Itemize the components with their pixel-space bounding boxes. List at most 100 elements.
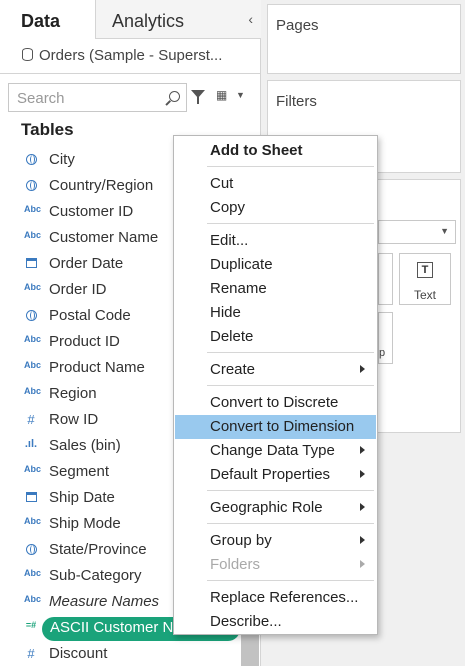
database-icon bbox=[22, 48, 33, 61]
submenu-arrow-icon bbox=[360, 470, 365, 478]
search-icon[interactable] bbox=[169, 91, 180, 102]
globe-icon bbox=[24, 542, 38, 557]
menu-separator bbox=[207, 223, 374, 224]
field-name: Measure Names bbox=[49, 593, 160, 610]
datasource-item[interactable]: Orders (Sample - Superst... bbox=[0, 40, 261, 74]
menu-item-delete[interactable]: Delete bbox=[175, 325, 376, 349]
text-icon: T bbox=[417, 262, 433, 278]
menu-separator bbox=[207, 385, 374, 386]
pane-tabs: Data Analytics ‹ bbox=[0, 0, 261, 39]
menu-item-convert-dimension[interactable]: Convert to Dimension bbox=[175, 415, 376, 439]
submenu-arrow-icon bbox=[360, 560, 365, 568]
string-type-icon: Abc bbox=[24, 386, 42, 396]
menu-item-rename[interactable]: Rename bbox=[175, 277, 376, 301]
menu-item-duplicate[interactable]: Duplicate bbox=[175, 253, 376, 277]
menu-item-add-to-sheet[interactable]: Add to Sheet bbox=[175, 139, 376, 163]
field-name: Ship Date bbox=[49, 489, 115, 506]
field-name: ASCII Customer N bbox=[50, 619, 174, 636]
field-name: City bbox=[49, 151, 75, 168]
menu-item-label: Folders bbox=[210, 556, 261, 573]
menu-item-edit[interactable]: Edit... bbox=[175, 229, 376, 253]
tab-analytics[interactable]: Analytics ‹ bbox=[96, 0, 261, 38]
string-type-icon: Abc bbox=[24, 334, 42, 344]
menu-separator bbox=[207, 166, 374, 167]
submenu-arrow-icon bbox=[360, 365, 365, 373]
filters-title: Filters bbox=[276, 93, 317, 110]
calendar-icon bbox=[24, 490, 38, 504]
field-name: Sales (bin) bbox=[49, 437, 121, 454]
calculated-number-icon: =# bbox=[25, 620, 37, 630]
string-type-icon: Abc bbox=[24, 230, 42, 240]
globe-icon bbox=[24, 308, 38, 323]
field-name: Country/Region bbox=[49, 177, 154, 194]
field-name: Ship Mode bbox=[49, 515, 121, 532]
datasource-name: Orders (Sample - Superst... bbox=[39, 47, 223, 64]
mark-button[interactable]: p bbox=[378, 312, 393, 364]
pages-title: Pages bbox=[276, 17, 319, 34]
search-row: Search ▦ ▼ bbox=[0, 82, 261, 112]
search-input[interactable]: Search bbox=[8, 83, 187, 112]
menu-item-convert-discrete[interactable]: Convert to Discrete bbox=[175, 391, 376, 415]
menu-item-label: Group by bbox=[210, 532, 272, 549]
field-name: Region bbox=[49, 385, 97, 402]
menu-item-label: Change Data Type bbox=[210, 442, 335, 459]
mark-button[interactable] bbox=[378, 253, 393, 305]
submenu-arrow-icon bbox=[360, 503, 365, 511]
mark-type-select[interactable]: ▼ bbox=[378, 220, 456, 244]
menu-item-label: Create bbox=[210, 361, 256, 378]
number-type-icon: # bbox=[27, 412, 35, 427]
globe-icon bbox=[24, 152, 38, 167]
field-name: Customer Name bbox=[49, 229, 159, 246]
string-type-icon: Abc bbox=[24, 516, 42, 526]
field-name: Customer ID bbox=[49, 203, 134, 220]
tab-analytics-label: Analytics bbox=[112, 11, 185, 31]
field-name: Order ID bbox=[49, 281, 107, 298]
menu-item-label: Default Properties bbox=[210, 466, 331, 483]
menu-item-create[interactable]: Create bbox=[175, 358, 376, 382]
globe-icon bbox=[24, 178, 38, 193]
text-mark-button[interactable]: T Text bbox=[399, 253, 451, 305]
menu-item-label: Geographic Role bbox=[210, 499, 323, 516]
field-name: Discount bbox=[49, 645, 108, 662]
menu-item-describe[interactable]: Describe... bbox=[175, 610, 376, 634]
collapse-icon[interactable]: ‹ bbox=[248, 11, 253, 27]
chevron-down-icon[interactable]: ▼ bbox=[236, 90, 245, 100]
string-type-icon: Abc bbox=[24, 360, 42, 370]
menu-item-hide[interactable]: Hide bbox=[175, 301, 376, 325]
pages-card[interactable]: Pages bbox=[267, 4, 461, 74]
tab-data[interactable]: Data bbox=[0, 0, 96, 39]
menu-item-geographic-role[interactable]: Geographic Role bbox=[175, 496, 376, 520]
field-name: Segment bbox=[49, 463, 110, 480]
string-type-icon: Abc bbox=[24, 594, 42, 604]
field-name: Product Name bbox=[49, 359, 145, 376]
menu-item-replace-references[interactable]: Replace References... bbox=[175, 586, 376, 610]
field-name: Order Date bbox=[49, 255, 124, 272]
calendar-icon bbox=[24, 256, 38, 270]
bin-bar-icon: .ıl. bbox=[24, 438, 38, 450]
menu-item-default-properties[interactable]: Default Properties bbox=[175, 463, 376, 487]
menu-item-cut[interactable]: Cut bbox=[175, 172, 376, 196]
menu-separator bbox=[207, 523, 374, 524]
search-placeholder: Search bbox=[17, 90, 65, 107]
field-name: Product ID bbox=[49, 333, 120, 350]
string-type-icon: Abc bbox=[24, 568, 42, 578]
menu-item-copy[interactable]: Copy bbox=[175, 196, 376, 220]
number-type-icon: # bbox=[27, 646, 35, 661]
string-type-icon: Abc bbox=[24, 282, 42, 292]
menu-separator bbox=[207, 490, 374, 491]
menu-separator bbox=[207, 352, 374, 353]
chevron-down-icon: ▼ bbox=[440, 226, 449, 236]
menu-item-change-data-type[interactable]: Change Data Type bbox=[175, 439, 376, 463]
menu-item-folders: Folders bbox=[175, 553, 376, 577]
submenu-arrow-icon bbox=[360, 446, 365, 454]
menu-separator bbox=[207, 580, 374, 581]
field-item[interactable]: # Discount bbox=[0, 641, 261, 666]
view-options-icon[interactable]: ▦ bbox=[216, 88, 227, 102]
field-name: Sub-Category bbox=[49, 567, 142, 584]
context-menu: Add to Sheet Cut Copy Edit... Duplicate … bbox=[173, 135, 378, 635]
menu-item-group-by[interactable]: Group by bbox=[175, 529, 376, 553]
string-type-icon: Abc bbox=[24, 464, 42, 474]
mark-label: p bbox=[379, 347, 386, 359]
tables-heading: Tables bbox=[21, 120, 74, 139]
filter-icon[interactable] bbox=[191, 90, 205, 104]
